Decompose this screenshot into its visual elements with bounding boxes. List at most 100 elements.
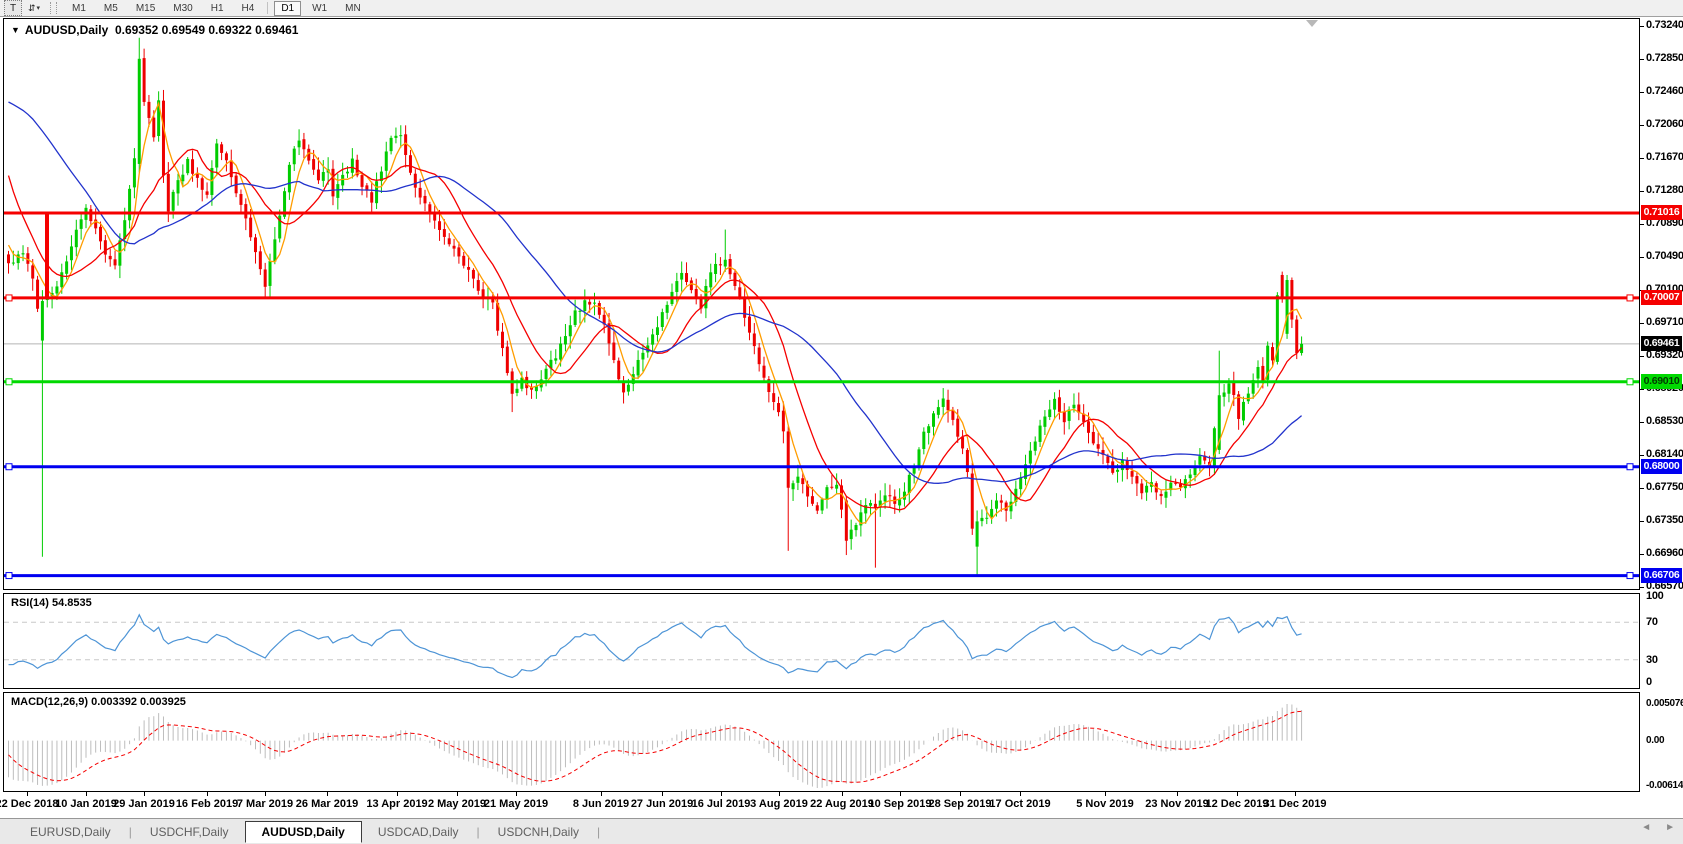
main-chart-panel: ▼AUDUSD,Daily 0.69352 0.69549 0.69322 0.… [3, 18, 1640, 590]
date-label: 22 Dec 2018 [0, 798, 59, 810]
timeframe-button-m15[interactable]: M15 [129, 1, 162, 16]
price-axis-label: 0.69710 [1646, 316, 1683, 328]
date-label: 26 Mar 2019 [296, 798, 358, 810]
date-label: 3 Aug 2019 [750, 798, 808, 810]
rsi-line [9, 615, 1302, 678]
price-tick [1640, 422, 1644, 423]
price-tick [1640, 488, 1644, 489]
toolbar-grip[interactable] [50, 2, 57, 14]
price-axis-label: 0.71670 [1646, 151, 1683, 163]
timeframe-toolbar: M1 M5 M15 M30 H1 H4 D1 W1 MN [63, 1, 370, 16]
price-axis-label: 0.72850 [1646, 52, 1683, 64]
hline-handle[interactable] [6, 464, 12, 470]
chart-tab-bar: EURUSD,Daily|USDCHF,DailyAUDUSD,DailyUSD… [0, 818, 1683, 844]
hline-handle[interactable] [6, 295, 12, 301]
hline-handle[interactable] [1627, 573, 1633, 579]
macd-axis-label: 0.00 [1646, 735, 1664, 746]
macd-panel: MACD(12,26,9) 0.003392 0.003925 [3, 692, 1640, 792]
date-label: 16 Feb 2019 [176, 798, 238, 810]
date-label: 10 Jan 2019 [55, 798, 117, 810]
date-label: 12 Dec 2019 [1206, 798, 1269, 810]
tab-usdchf[interactable]: USDCHF,Daily [134, 822, 245, 842]
candlestick-chart[interactable] [4, 19, 1639, 589]
hline-handle[interactable] [1627, 295, 1633, 301]
price-tick [1640, 587, 1644, 588]
price-tick [1640, 26, 1644, 27]
timeframe-button-m30[interactable]: M30 [166, 1, 199, 16]
date-label: 2 May 2019 [428, 798, 486, 810]
date-label: 17 Oct 2019 [989, 798, 1050, 810]
date-tick [397, 792, 398, 796]
date-label: 28 Sep 2019 [929, 798, 992, 810]
date-tick [327, 792, 328, 796]
hline-handle[interactable] [1627, 464, 1633, 470]
date-axis[interactable]: 22 Dec 201810 Jan 201929 Jan 201916 Feb … [3, 792, 1640, 818]
price-tick [1640, 191, 1644, 192]
date-tick [265, 792, 266, 796]
macd-chart[interactable] [4, 693, 1639, 791]
chevron-down-icon: ▾ [37, 4, 41, 12]
date-label: 31 Dec 2019 [1264, 798, 1327, 810]
timeframe-button-m5[interactable]: M5 [97, 1, 125, 16]
ohlc-values: 0.69352 0.69549 0.69322 0.69461 [115, 23, 299, 37]
date-tick [662, 792, 663, 796]
scroll-left-icon[interactable]: ◄ [1641, 822, 1651, 833]
price-tick [1640, 521, 1644, 522]
price-tick [1640, 323, 1644, 324]
tab-eurusd[interactable]: EURUSD,Daily [14, 822, 127, 842]
hline-handle[interactable] [6, 379, 12, 385]
text-tool-button[interactable]: T [4, 0, 22, 16]
price-badge: 0.70007 [1641, 290, 1682, 305]
timeframe-button-h1[interactable]: H1 [204, 1, 231, 16]
price-axis-label: 0.68530 [1646, 415, 1683, 427]
date-label: 7 Mar 2019 [237, 798, 293, 810]
rsi-chart[interactable] [4, 594, 1639, 688]
macd-signal-value: 0.003925 [140, 696, 186, 708]
macd-axis-label: 0.005076 [1646, 698, 1683, 709]
date-label: 5 Nov 2019 [1076, 798, 1133, 810]
timeframe-button-h4[interactable]: H4 [235, 1, 262, 16]
timeframe-button-w1[interactable]: W1 [305, 1, 334, 16]
date-label: 23 Nov 2019 [1145, 798, 1209, 810]
scroll-right-icon[interactable]: ► [1665, 822, 1675, 833]
macd-axis-label: -0.006148 [1646, 780, 1683, 791]
chart-shift-marker[interactable] [1306, 20, 1318, 27]
price-badge: 0.69461 [1641, 336, 1682, 351]
rsi-panel: RSI(14) 54.8535 [3, 593, 1640, 689]
cursor-arrows-icon[interactable]: ⇵▾ [26, 1, 42, 15]
date-tick [1020, 792, 1021, 796]
tab-separator: | [475, 825, 482, 839]
macd-main-value: 0.003392 [91, 696, 137, 708]
timeframe-button-m1[interactable]: M1 [65, 1, 93, 16]
price-tick [1640, 125, 1644, 126]
price-axis[interactable]: 0.732400.728500.724600.720600.716700.712… [1640, 18, 1683, 818]
date-tick [457, 792, 458, 796]
date-tick [86, 792, 87, 796]
hline-handle[interactable] [6, 573, 12, 579]
toolbar: T ⇵▾ M1 M5 M15 M30 H1 H4 D1 W1 MN [0, 0, 1683, 17]
price-axis-label: 0.72460 [1646, 85, 1683, 97]
price-tick [1640, 389, 1644, 390]
date-tick [144, 792, 145, 796]
macd-signal-line [9, 711, 1302, 782]
date-label: 22 Aug 2019 [810, 798, 874, 810]
price-axis-label: 0.66960 [1646, 547, 1683, 559]
price-axis-label: 0.71280 [1646, 184, 1683, 196]
timeframe-button-mn[interactable]: MN [338, 1, 368, 16]
rsi-axis-label: 0 [1646, 676, 1652, 688]
timeframe-button-d1[interactable]: D1 [274, 1, 301, 16]
date-label: 16 Jul 2019 [692, 798, 751, 810]
date-tick [842, 792, 843, 796]
tab-audusd[interactable]: AUDUSD,Daily [245, 821, 362, 843]
candles [7, 38, 1303, 575]
chart-title: ▼AUDUSD,Daily 0.69352 0.69549 0.69322 0.… [11, 23, 298, 37]
collapse-triangle-icon[interactable]: ▼ [11, 25, 20, 35]
macd-histogram [9, 704, 1302, 788]
date-tick [516, 792, 517, 796]
date-tick [601, 792, 602, 796]
tab-usdcad[interactable]: USDCAD,Daily [362, 822, 475, 842]
date-tick [1105, 792, 1106, 796]
hline-handle[interactable] [1627, 379, 1633, 385]
price-badge: 0.71016 [1641, 205, 1682, 220]
tab-usdcnh[interactable]: USDCNH,Daily [482, 822, 595, 842]
